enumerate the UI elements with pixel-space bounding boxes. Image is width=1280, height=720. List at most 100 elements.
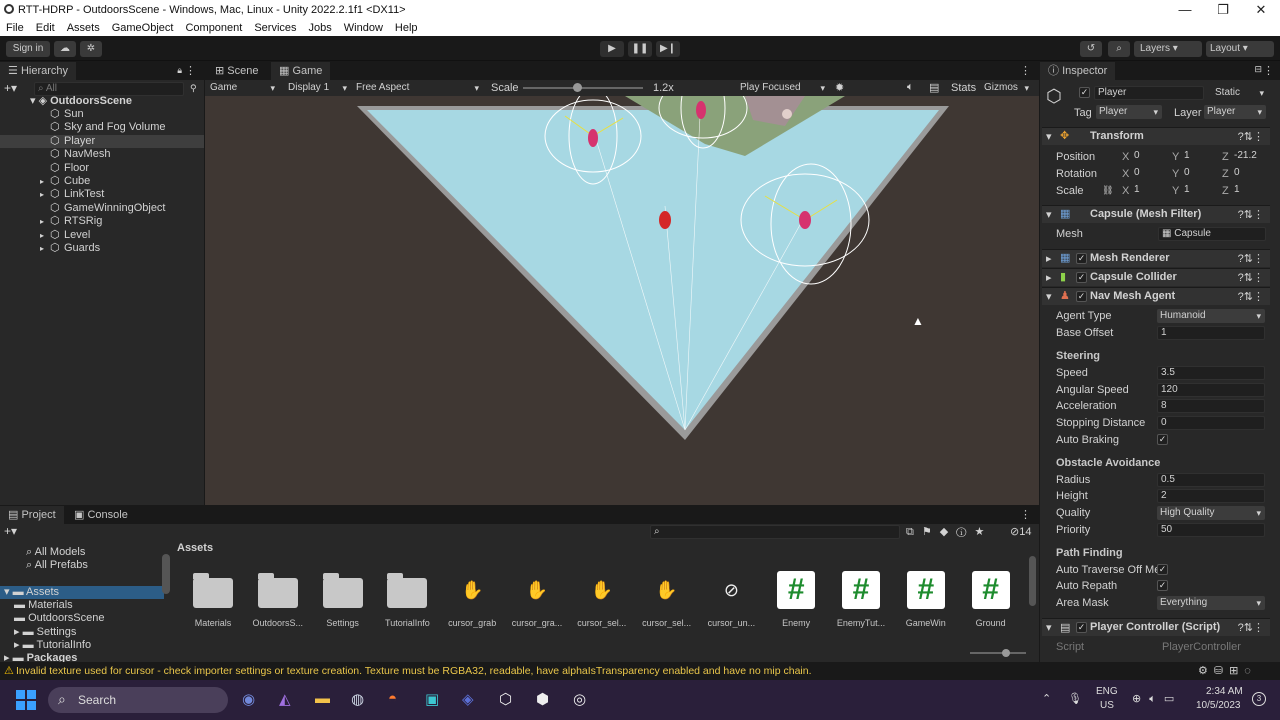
pause-button[interactable]: ❚❚ xyxy=(628,41,652,57)
asset-folder[interactable]: TutorialInfo xyxy=(377,570,437,638)
angular-speed-input[interactable]: 120 xyxy=(1157,383,1265,397)
menu-assets[interactable]: Assets xyxy=(67,22,100,34)
steam-icon[interactable]: ◍ xyxy=(351,690,364,708)
player-capsule[interactable] xyxy=(659,211,671,229)
quality-dropdown[interactable]: High Quality xyxy=(1157,506,1265,520)
game-viewport[interactable] xyxy=(205,96,1039,505)
component-menu-icons[interactable]: ?⇅⋮ xyxy=(1238,621,1264,634)
maximize-button[interactable]: ❐ xyxy=(1204,0,1242,20)
auto-traverse-checkbox[interactable]: ✓ xyxy=(1157,564,1168,575)
menu-jobs[interactable]: Jobs xyxy=(309,22,332,34)
player-controller-checkbox[interactable]: ✓ xyxy=(1076,622,1087,633)
notification-badge[interactable]: 3 xyxy=(1252,692,1266,706)
hierarchy-item-guards[interactable]: ▸ ⬡ Guards xyxy=(0,242,204,255)
icon-size-slider[interactable] xyxy=(970,649,1026,657)
speed-input[interactable]: 3.5 xyxy=(1157,366,1265,380)
aspect-dropdown[interactable]: Free Aspect xyxy=(353,81,483,95)
expand-arrow-icon[interactable]: ▸ xyxy=(40,229,44,242)
asset-folder[interactable]: Materials xyxy=(183,570,243,638)
player-controller-header[interactable]: ▾ ▤ ✓ Player Controller (Script) ?⇅⋮ xyxy=(1042,618,1270,636)
goal-sphere[interactable] xyxy=(782,109,792,119)
height-input[interactable]: 2 xyxy=(1157,489,1265,503)
hierarchy-item-level[interactable]: ▸ ⬡ Level xyxy=(0,229,204,242)
assets-breadcrumb[interactable]: Assets xyxy=(177,542,213,554)
tab-inspector[interactable]: ⓘ Inspector xyxy=(1040,62,1116,80)
assets-scrollbar[interactable] xyxy=(1029,556,1036,606)
guard-1[interactable] xyxy=(588,129,598,147)
frame-icon[interactable]: ▤ xyxy=(929,81,939,94)
menu-edit[interactable]: Edit xyxy=(36,22,55,34)
tab-hierarchy[interactable]: ☰ Hierarchy xyxy=(0,62,77,80)
stopping-distance-input[interactable]: 0 xyxy=(1157,416,1265,430)
clock-date[interactable]: 10/5/2023 xyxy=(1196,700,1241,711)
nav-agent-header[interactable]: ▾ ♟ ✓ Nav Mesh Agent ?⇅⋮ xyxy=(1042,287,1270,305)
search-icon[interactable]: ⌕ xyxy=(1108,41,1130,57)
project-add-icon[interactable]: +▾ xyxy=(4,524,17,538)
windows-start-icon[interactable] xyxy=(16,690,36,710)
mesh-renderer-header[interactable]: ▸ ▦ ✓ Mesh Renderer ?⇅⋮ xyxy=(1042,249,1270,267)
transform-scale-y-input[interactable]: 1 xyxy=(1181,184,1217,198)
tab-console[interactable]: ▣ Console xyxy=(66,506,136,524)
asset-script[interactable]: # Enemy xyxy=(766,570,826,638)
scale-slider-knob[interactable] xyxy=(573,83,582,92)
collab-icon[interactable]: ✲ xyxy=(80,41,102,57)
icon-size-knob[interactable] xyxy=(1002,649,1010,657)
tab-project[interactable]: ▤ Project xyxy=(0,506,64,524)
clock-time[interactable]: 2:34 AM xyxy=(1206,686,1243,697)
asset-folder[interactable]: Settings xyxy=(313,570,373,638)
layout-dropdown[interactable]: Layout ▾ xyxy=(1206,41,1274,57)
menu-services[interactable]: Services xyxy=(254,22,296,34)
tree-settings[interactable]: ▸ ▬ Settings xyxy=(14,626,76,639)
mesh-renderer-checkbox[interactable]: ✓ xyxy=(1076,253,1087,264)
hierarchy-item-gamewinningobject[interactable]: ⬡ GameWinningObject xyxy=(0,202,204,215)
layer-dropdown[interactable]: Player xyxy=(1204,105,1266,119)
transform-rotation-z-input[interactable]: 0 xyxy=(1231,167,1267,181)
asset-script[interactable]: # GameWin xyxy=(896,570,956,638)
sign-in-button[interactable]: Sign in xyxy=(6,41,50,57)
hierarchy-item-sky-and-fog-volume[interactable]: ⬡ Sky and Fog Volume xyxy=(0,121,204,134)
expand-arrow-icon[interactable]: ▸ xyxy=(40,242,44,255)
mesh-filter-header[interactable]: ▾ ▦ Capsule (Mesh Filter) ?⇅⋮ xyxy=(1042,205,1270,223)
transform-position-y-input[interactable]: 1 xyxy=(1181,150,1217,164)
lang-primary[interactable]: ENG xyxy=(1096,686,1118,697)
link-icon[interactable]: ⛓ xyxy=(1102,185,1113,196)
unity-editor-icon[interactable]: ⬢ xyxy=(536,690,549,708)
gizmos-dropdown[interactable]: Gizmos xyxy=(981,81,1033,95)
tab-scene[interactable]: ⊞ Scene xyxy=(207,62,266,80)
static-dropdown[interactable]: Static xyxy=(1212,86,1268,100)
favorite-all-models[interactable]: ⌕ All Models xyxy=(26,546,85,559)
play-button[interactable]: ▶ xyxy=(600,41,624,57)
hierarchy-item-floor[interactable]: ⬡ Floor xyxy=(0,162,204,175)
firefox-icon[interactable]: ◓ xyxy=(388,690,397,707)
transform-position-z-input[interactable]: -21.2 xyxy=(1231,150,1267,164)
close-button[interactable]: ✕ xyxy=(1242,0,1280,20)
audio-icon[interactable]: 🔈︎ xyxy=(907,81,914,94)
history-icon[interactable]: ↺ xyxy=(1080,41,1102,57)
teams-icon[interactable]: ◈ xyxy=(462,690,474,708)
guard-2[interactable] xyxy=(696,101,706,119)
transform-position-x-input[interactable]: 0 xyxy=(1131,150,1167,164)
capsule-collider-header[interactable]: ▸ ▮ ✓ Capsule Collider ?⇅⋮ xyxy=(1042,268,1270,286)
auto-braking-checkbox[interactable]: ✓ xyxy=(1157,434,1168,445)
component-menu-icons[interactable]: ?⇅⋮ xyxy=(1238,271,1264,284)
display-dropdown[interactable]: Display 1 xyxy=(285,81,351,95)
inspector-more-icon[interactable]: ⋮ xyxy=(1263,64,1274,77)
layers-dropdown[interactable]: Layers ▾ xyxy=(1134,41,1202,57)
lock-icon[interactable]: 🔒︎ xyxy=(177,65,182,76)
component-menu-icons[interactable]: ?⇅⋮ xyxy=(1238,252,1264,265)
menu-file[interactable]: File xyxy=(6,22,24,34)
guard-3[interactable] xyxy=(799,211,811,229)
stats-button[interactable]: Stats xyxy=(951,82,976,94)
project-more-icon[interactable]: ⋮ xyxy=(1020,508,1031,521)
more-icon[interactable]: ⋮ xyxy=(185,64,196,77)
capsule-collider-checkbox[interactable]: ✓ xyxy=(1076,272,1087,283)
unity-hub-icon[interactable]: ⬡ xyxy=(499,690,512,708)
project-filter-icons[interactable]: ⧉⚑◆ⓘ★ xyxy=(906,525,992,539)
scale-slider[interactable] xyxy=(523,83,643,92)
hierarchy-item-navmesh[interactable]: ⬡ NavMesh xyxy=(0,148,204,161)
transform-header[interactable]: ▾ ✥ Transform ?⇅⋮ xyxy=(1042,127,1270,145)
lang-secondary[interactable]: US xyxy=(1100,700,1114,711)
bug-icon[interactable]: ✹ xyxy=(835,81,844,94)
tree-materials[interactable]: ▬ Materials xyxy=(14,599,73,612)
acceleration-input[interactable]: 8 xyxy=(1157,399,1265,413)
